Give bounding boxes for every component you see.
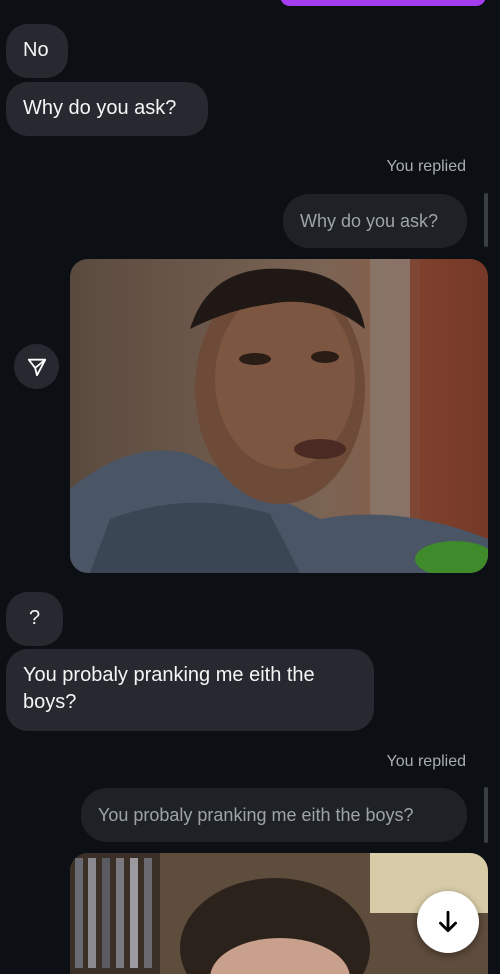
quoted-reply-bubble[interactable]: You probaly pranking me eith the boys? (81, 788, 467, 842)
received-message-bubble[interactable]: You probaly pranking me eith the boys? (6, 649, 374, 731)
gif-message-image[interactable] (70, 259, 488, 573)
reply-indicator-bar (484, 193, 488, 247)
message-text: You probaly pranking me eith the boys? (23, 664, 315, 713)
paper-plane-icon (27, 358, 46, 376)
share-button[interactable] (14, 344, 59, 389)
received-message-bubble[interactable]: No (6, 24, 68, 78)
message-text: ? (29, 607, 41, 629)
message-text: No (23, 39, 49, 61)
chat-thread: No Why do you ask? You replied Why do yo… (0, 0, 500, 974)
received-message-bubble[interactable]: ? (6, 592, 63, 646)
sent-message-bubble-partial[interactable] (280, 0, 486, 6)
received-message-bubble[interactable]: Why do you ask? (6, 82, 208, 136)
you-replied-label: You replied (386, 753, 466, 770)
arrow-down-icon (439, 910, 457, 933)
message-text: Why do you ask? (23, 97, 177, 119)
you-replied-label: You replied (386, 158, 466, 175)
scroll-to-bottom-button[interactable] (417, 891, 479, 953)
reply-indicator-bar (484, 787, 488, 843)
quoted-reply-bubble[interactable]: Why do you ask? (283, 194, 467, 248)
